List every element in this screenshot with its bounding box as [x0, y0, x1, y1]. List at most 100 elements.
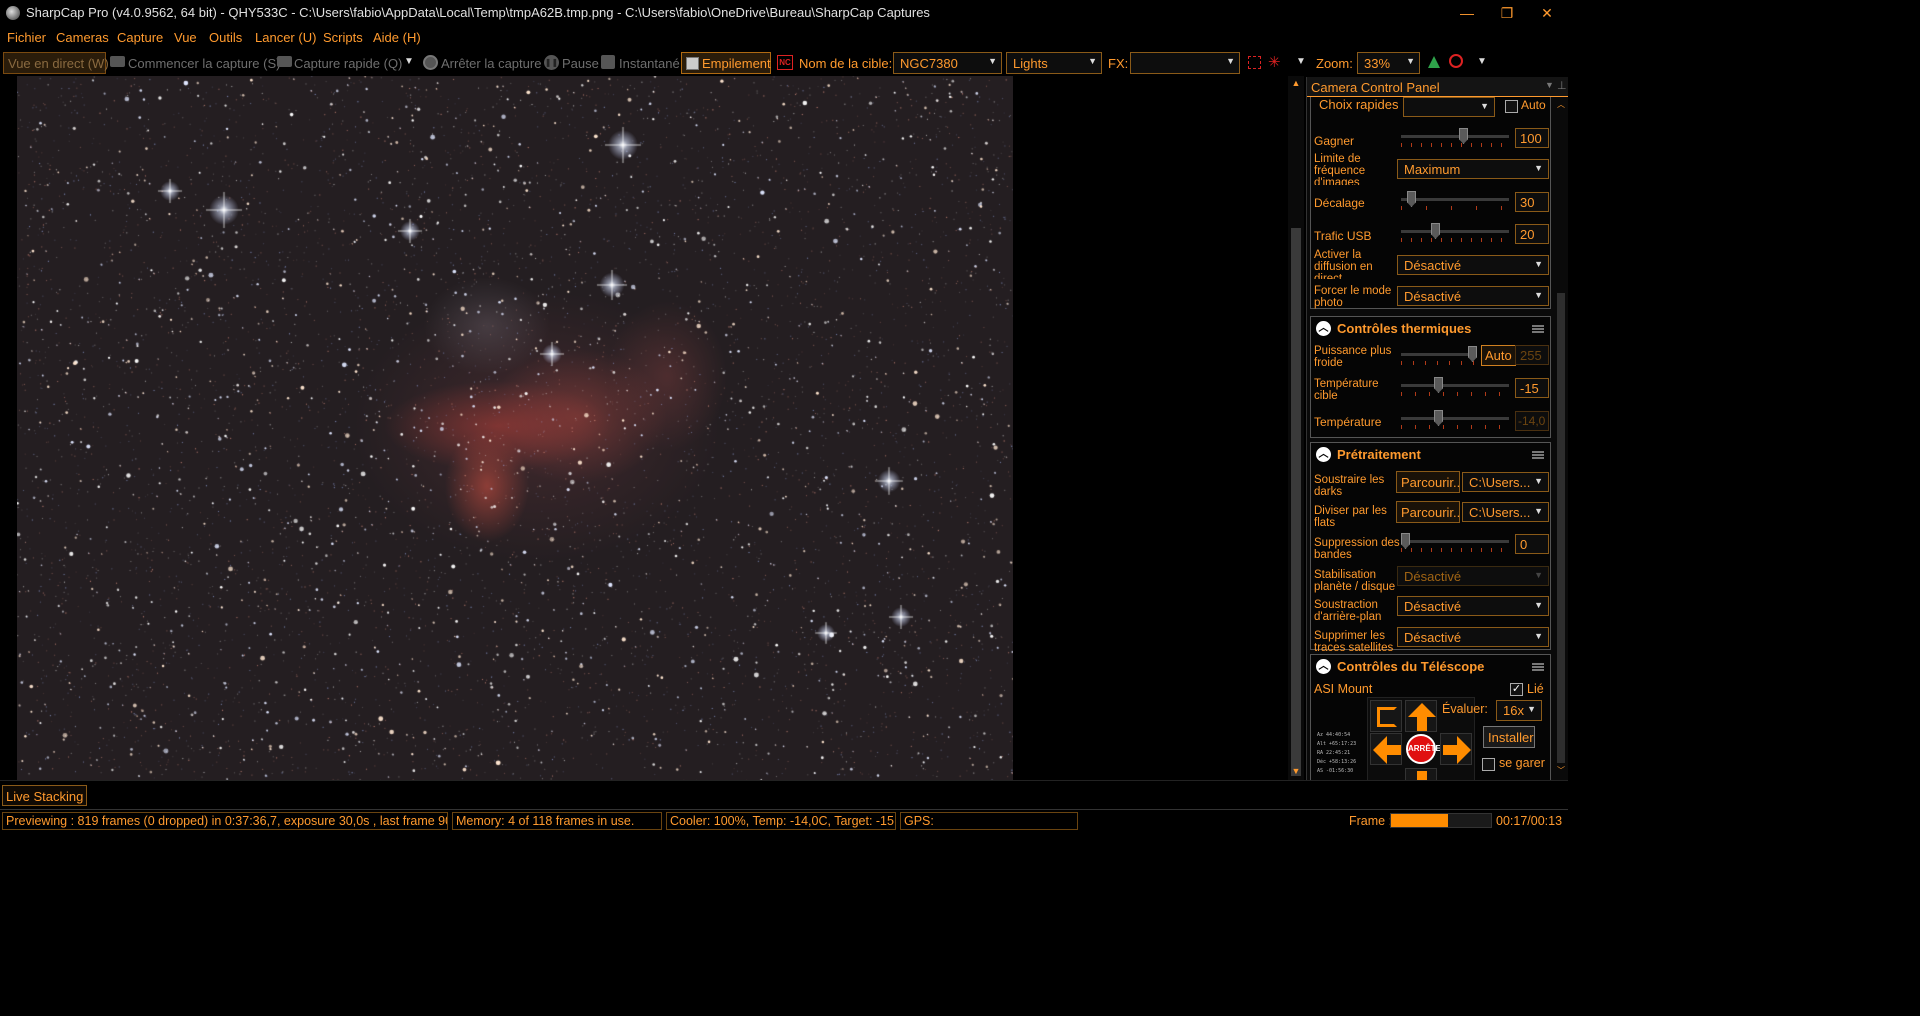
- close-button[interactable]: ✕: [1526, 0, 1568, 26]
- fps-limit-label: Limite de fréquence d'images: [1314, 153, 1366, 185]
- cooler-auto-button[interactable]: Auto: [1481, 345, 1516, 366]
- overlay-dropdown-icon[interactable]: ▼: [1296, 56, 1306, 67]
- fps-limit-select[interactable]: Maximum ▼: [1397, 159, 1549, 179]
- slew-rate-select[interactable]: 16x ▼: [1496, 700, 1542, 721]
- window-title: SharpCap Pro (v4.0.9562, 64 bit) - QHY53…: [26, 5, 930, 20]
- telescope-section-header[interactable]: ︿ Contrôles du Téléscope: [1311, 655, 1550, 679]
- force-photo-select[interactable]: Désactivé ▼: [1397, 286, 1549, 306]
- stop-capture-button[interactable]: Arrêter la capture: [441, 56, 541, 71]
- focus-assist-icon[interactable]: [1449, 54, 1463, 68]
- move-east-button[interactable]: [1440, 733, 1472, 765]
- satellite-trails-label: Supprimer les traces satellites: [1314, 630, 1394, 654]
- banding-slider[interactable]: [1401, 533, 1509, 553]
- stabilization-select: Désactivé ▼: [1397, 566, 1549, 586]
- scroll-up-icon[interactable]: ︿: [1557, 99, 1565, 110]
- install-button[interactable]: Installer: [1483, 726, 1535, 748]
- slew-rate-label: Évaluer:: [1442, 702, 1488, 716]
- stacking-button[interactable]: Empilement: [681, 52, 771, 74]
- offset-input[interactable]: 30: [1515, 192, 1549, 212]
- quick-capture-dropdown-icon[interactable]: ▼: [404, 56, 414, 67]
- target-temp-slider-knob[interactable]: [1434, 377, 1443, 393]
- menu-view[interactable]: Vue: [174, 30, 197, 45]
- linked-label: Lié: [1527, 682, 1544, 696]
- scrollbar-thumb[interactable]: [1291, 228, 1301, 776]
- gain-slider[interactable]: [1401, 128, 1509, 148]
- target-temp-input[interactable]: -15: [1515, 378, 1549, 398]
- preprocessing-section-header[interactable]: ︿ Prétraitement: [1311, 443, 1550, 467]
- park-checkbox[interactable]: [1482, 758, 1495, 771]
- darks-browse-button[interactable]: Parcourir...: [1396, 471, 1460, 493]
- banding-slider-knob[interactable]: [1401, 533, 1410, 549]
- offset-slider[interactable]: [1401, 191, 1509, 211]
- tools-dropdown-icon[interactable]: ▼: [1477, 56, 1487, 67]
- start-capture-button[interactable]: Commencer la capture (S): [128, 56, 280, 71]
- scroll-up-icon[interactable]: ▲: [1291, 78, 1301, 90]
- panel-scrollbar-thumb[interactable]: [1557, 293, 1565, 763]
- banding-input[interactable]: 0: [1515, 534, 1549, 554]
- move-west-button[interactable]: [1370, 733, 1402, 765]
- linked-checkbox[interactable]: ✓: [1510, 683, 1523, 696]
- move-south-button[interactable]: [1405, 768, 1437, 780]
- usb-traffic-input[interactable]: 20: [1515, 224, 1549, 244]
- arrow-down-icon: [1417, 771, 1427, 780]
- panel-menu-icon[interactable]: ▼: [1545, 80, 1554, 90]
- collapse-icon[interactable]: ︿: [1316, 447, 1331, 462]
- section-menu-icon[interactable]: [1532, 663, 1544, 671]
- panel-scrollbar[interactable]: ︿ ﹀: [1553, 97, 1568, 780]
- quick-capture-button[interactable]: Capture rapide (Q): [294, 56, 402, 71]
- coord-alt: Alt +65:17:23: [1317, 741, 1357, 747]
- snapshot-button[interactable]: Instantané: [619, 56, 680, 71]
- menu-tools[interactable]: Outils: [209, 30, 242, 45]
- darks-path-select[interactable]: C:\Users... ▼: [1462, 472, 1549, 492]
- minimize-button[interactable]: —: [1446, 0, 1488, 26]
- cooler-power-slider[interactable]: [1401, 346, 1477, 366]
- selection-area-icon[interactable]: [1248, 56, 1261, 69]
- menu-capture[interactable]: Capture: [117, 30, 163, 45]
- thermal-section-header[interactable]: ︿ Contrôles thermiques: [1311, 317, 1550, 341]
- usb-traffic-slider[interactable]: [1401, 223, 1509, 243]
- maximize-button[interactable]: ❐: [1486, 0, 1528, 26]
- menu-cameras[interactable]: Cameras: [56, 30, 109, 45]
- fx-select[interactable]: ▼: [1130, 52, 1240, 74]
- live-stack-image[interactable]: [17, 76, 1013, 780]
- gain-slider-knob[interactable]: [1459, 128, 1468, 144]
- scroll-down-icon[interactable]: ▼: [1291, 766, 1301, 778]
- spiral-search-button[interactable]: [1370, 700, 1402, 732]
- section-menu-icon[interactable]: [1532, 451, 1544, 459]
- stop-mount-button[interactable]: ARRÊTE: [1406, 734, 1441, 764]
- flats-path-select[interactable]: C:\Users... ▼: [1462, 502, 1549, 522]
- gain-input[interactable]: 100: [1515, 128, 1549, 148]
- reticle-icon[interactable]: ✳: [1268, 53, 1281, 71]
- zoom-select[interactable]: 33% ▼: [1357, 52, 1420, 74]
- chevron-down-icon: ▼: [1534, 290, 1543, 300]
- auto-checkbox[interactable]: [1505, 100, 1518, 113]
- temperature-slider-knob: [1434, 410, 1443, 426]
- flats-browse-button[interactable]: Parcourir...: [1396, 501, 1460, 523]
- menu-run[interactable]: Lancer (U): [255, 30, 316, 45]
- live-stream-label: Activer la diffusion en direct: [1314, 249, 1373, 279]
- live-view-button[interactable]: Vue en direct (W): [3, 52, 109, 74]
- menu-scripts[interactable]: Scripts: [323, 30, 363, 45]
- live-stream-select[interactable]: Désactivé ▼: [1397, 255, 1549, 275]
- target-temp-slider[interactable]: [1401, 377, 1509, 397]
- cooler-power-slider-knob[interactable]: [1468, 346, 1477, 362]
- menu-help[interactable]: Aide (H): [373, 30, 421, 45]
- histogram-icon[interactable]: [1428, 56, 1440, 68]
- target-name-input[interactable]: NGC7380 ▼: [893, 52, 1002, 74]
- move-north-button[interactable]: [1405, 700, 1437, 732]
- offset-slider-knob[interactable]: [1407, 191, 1416, 207]
- collapse-icon[interactable]: ︿: [1316, 321, 1331, 336]
- quick-choices-select[interactable]: ▼: [1403, 97, 1495, 117]
- pin-icon[interactable]: ⊥: [1557, 79, 1567, 92]
- frame-type-select[interactable]: Lights ▼: [1006, 52, 1102, 74]
- collapse-icon[interactable]: ︿: [1316, 659, 1331, 674]
- background-subtraction-select[interactable]: Désactivé ▼: [1397, 596, 1549, 616]
- usb-traffic-slider-knob[interactable]: [1431, 223, 1440, 239]
- section-menu-icon[interactable]: [1532, 325, 1544, 333]
- satellite-trails-select[interactable]: Désactivé ▼: [1397, 627, 1549, 647]
- scroll-down-icon[interactable]: ﹀: [1557, 765, 1565, 776]
- menu-file[interactable]: Fichier: [7, 30, 46, 45]
- pause-button[interactable]: Pause: [562, 56, 599, 71]
- live-stacking-tab[interactable]: Live Stacking: [2, 785, 88, 806]
- viewport-scrollbar[interactable]: ▲ ▼: [1288, 76, 1304, 780]
